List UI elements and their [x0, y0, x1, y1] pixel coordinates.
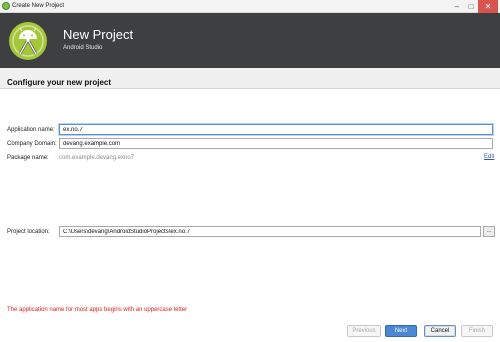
close-icon[interactable]: ✕	[478, 0, 498, 13]
project-location-label: Project location:	[7, 229, 50, 235]
app-name-input[interactable]	[59, 124, 493, 135]
minimize-icon[interactable]: –	[450, 0, 464, 13]
company-domain-label: Company Domain:	[7, 141, 57, 147]
package-name-value: com.example.devang.exno7	[59, 155, 135, 161]
cancel-button[interactable]: Cancel	[424, 325, 456, 337]
header-title: New Project	[63, 27, 134, 42]
maximize-icon[interactable]: □	[464, 0, 478, 13]
previous-button[interactable]: Previous	[347, 325, 381, 337]
android-studio-logo-icon	[9, 22, 47, 60]
browse-button[interactable]: ...	[483, 226, 495, 237]
finish-button[interactable]: Finish	[461, 325, 493, 337]
app-name-label: Application name:	[7, 127, 55, 133]
window-title: Create New Project	[12, 3, 65, 9]
header-banner: New Project Android Studio	[0, 13, 500, 68]
android-studio-icon	[2, 2, 10, 10]
package-name-label: Package name:	[7, 155, 49, 161]
project-location-input[interactable]	[59, 226, 481, 237]
validation-message: The application name for most apps begin…	[7, 307, 188, 313]
page-title: Configure your new project	[7, 78, 112, 87]
next-button[interactable]: Next	[385, 325, 417, 337]
header-subtitle: Android Studio	[63, 45, 103, 51]
window-title-bar: Create New Project – □ ✕	[0, 0, 500, 13]
edit-package-link[interactable]: Edit	[484, 153, 494, 161]
company-domain-input[interactable]	[59, 138, 493, 149]
window-controls: – □ ✕	[450, 0, 498, 13]
